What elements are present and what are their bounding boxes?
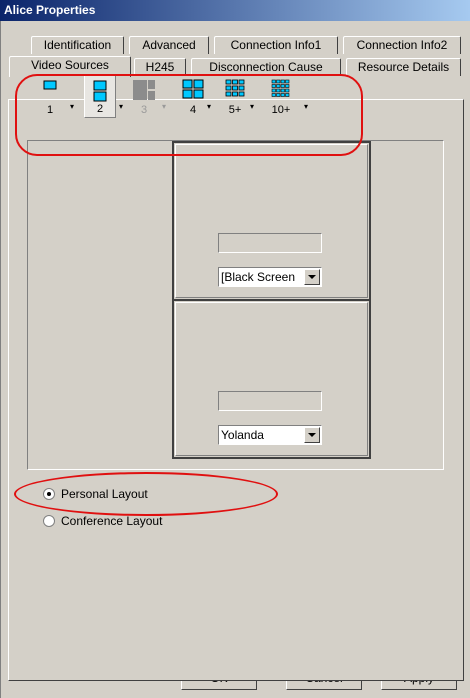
layout-2-button[interactable]: 2 (84, 74, 116, 118)
video-cell-top: [Black Screen (172, 141, 371, 301)
nine-screen-icon (225, 79, 245, 97)
personal-layout-radio[interactable]: Personal Layout (43, 486, 263, 502)
tab-identification[interactable]: Identification (31, 36, 124, 54)
tab-advanced[interactable]: Advanced (129, 36, 209, 54)
video-cell-bottom: Yolanda (172, 299, 371, 459)
single-screen-icon (43, 80, 57, 90)
layout-1-button[interactable]: 1 (34, 74, 66, 118)
layout-5plus-button[interactable]: 5+ (219, 74, 251, 118)
layout-3-dropdown-icon: ▾ (162, 102, 167, 111)
two-screen-icon (93, 80, 107, 102)
video-source-select[interactable]: [Black Screen (218, 267, 322, 287)
participant-name-box (218, 391, 322, 411)
tab-connection-info1[interactable]: Connection Info1 (214, 36, 338, 54)
dropdown-arrow-icon[interactable] (304, 269, 320, 285)
participant-name-box (218, 233, 322, 253)
tab-connection-info2[interactable]: Connection Info2 (343, 36, 461, 54)
layout-3-button: 3 (128, 74, 160, 118)
layout-2-dropdown-icon[interactable]: ▾ (119, 103, 125, 111)
layout-10plus-button[interactable]: 10+ (262, 74, 300, 118)
layout-10plus-dropdown-icon[interactable]: ▾ (304, 103, 310, 111)
sixteen-screen-icon (271, 79, 290, 97)
layout-5plus-dropdown-icon[interactable]: ▾ (250, 103, 256, 111)
video-source-select[interactable]: Yolanda (218, 425, 322, 445)
dropdown-arrow-icon[interactable] (304, 427, 320, 443)
radio-unselected-icon[interactable] (43, 515, 55, 527)
layout-preview: [Black Screen Yolanda (27, 140, 444, 470)
conference-layout-radio[interactable]: Conference Layout (43, 513, 263, 529)
three-screen-icon (133, 80, 155, 100)
window-title: Alice Properties (4, 3, 96, 17)
radio-selected-icon[interactable] (43, 488, 55, 500)
layout-4-dropdown-icon[interactable]: ▾ (207, 103, 213, 111)
layout-toolbar: 1 ▾ 2 ▾ 3 ▾ 4 ▾ 5+ ▾ 10+ ▾ (0, 60, 470, 140)
title-bar: Alice Properties (0, 0, 470, 21)
layout-4-button[interactable]: 4 (177, 74, 209, 118)
layout-1-dropdown-icon[interactable]: ▾ (70, 103, 76, 111)
properties-dialog: Alice Properties Identification Advanced… (0, 0, 470, 698)
four-screen-icon (182, 79, 204, 99)
